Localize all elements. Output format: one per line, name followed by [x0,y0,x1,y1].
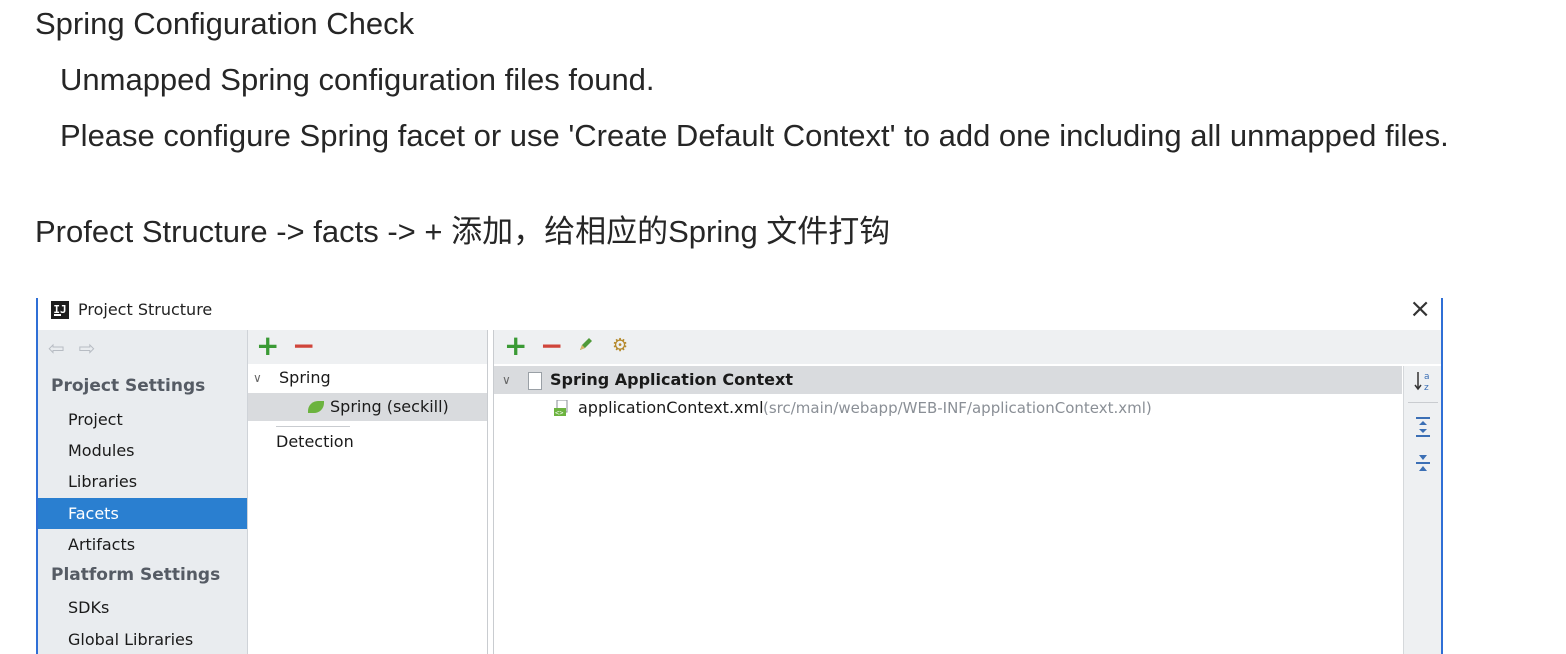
file-name: applicationContext.xml [578,398,764,417]
detection-item[interactable]: Detection [248,428,487,456]
forward-arrow-icon[interactable]: ⇨ [79,336,110,360]
expand-all-icon[interactable] [1413,416,1433,437]
remove-facet-button[interactable]: − [292,332,315,360]
context-toolbar: + − ⚙ [494,330,1441,364]
context-row[interactable]: ∨ Spring Application Context [494,366,1402,394]
add-context-button[interactable]: + [504,332,527,360]
sidebar-item-project[interactable]: Project [38,404,247,435]
xml-file-icon: <> [554,400,568,416]
toolbar-divider [1408,402,1438,403]
svg-text:z: z [1424,383,1429,392]
remove-context-button[interactable]: − [540,332,563,360]
sidebar-item-modules[interactable]: Modules [38,435,247,466]
tree-node-seckill-content: Spring (seckill) [308,393,449,421]
close-button[interactable]: × [1409,298,1431,322]
instruction-text: Profect Structure -> facts -> + 添加，给相应的S… [35,214,891,249]
back-arrow-icon[interactable]: ⇦ [48,336,79,360]
sidebar-item-artifacts[interactable]: Artifacts [38,529,247,560]
collapse-all-icon[interactable] [1413,452,1433,472]
platform-settings-header: Platform Settings [51,565,221,585]
sort-alpha-icon[interactable]: az [1413,370,1433,393]
context-name: Spring Application Context [550,370,793,389]
spring-leaf-icon [308,401,324,413]
tree-node-spring[interactable]: ∨ Spring [248,364,487,392]
detection-label: Detection [276,432,354,451]
svg-text:<>: <> [555,409,563,416]
tree-node-spring-seckill[interactable]: Spring (seckill) [248,393,487,421]
title-bar: IJ Project Structure × [38,298,1441,330]
chevron-down-icon[interactable]: ∨ [253,364,262,392]
settings-sidebar: ⇦⇨ Project Settings Project Modules Libr… [38,330,248,654]
side-toolbar: az [1403,366,1441,654]
pencil-icon[interactable] [578,336,594,352]
check-heading: Spring Configuration Check [35,6,415,41]
spring-context-panel: + − ⚙ ∨ Spring Application Context <> ap… [493,330,1441,654]
dialog-title: Project Structure [78,300,213,319]
chevron-down-icon[interactable]: ∨ [502,366,511,394]
file-path: (src/main/webapp/WEB-INF/applicationCont… [763,399,1152,417]
tree-node-seckill-label: Spring (seckill) [330,397,449,416]
intellij-app-icon: IJ [51,301,69,319]
add-facet-button[interactable]: + [256,332,279,360]
document-icon [528,372,542,390]
nav-arrows: ⇦⇨ [48,336,110,360]
facets-panel: + − ∨ Spring Spring (seckill) Detection [248,330,488,654]
svg-text:a: a [1424,372,1430,382]
sidebar-item-facets[interactable]: Facets [38,498,247,529]
project-structure-dialog: IJ Project Structure × ⇦⇨ Project Settin… [36,298,1443,654]
project-settings-header: Project Settings [51,376,206,396]
sidebar-item-sdks[interactable]: SDKs [38,592,247,623]
check-message-line1: Unmapped Spring configuration files foun… [60,62,655,97]
wrench-icon[interactable]: ⚙ [612,335,628,356]
check-message-line2: Please configure Spring facet or use 'Cr… [60,118,1449,153]
file-row[interactable]: <> applicationContext.xml (src/main/weba… [494,394,1402,422]
sidebar-item-global-libraries[interactable]: Global Libraries [38,624,247,654]
tree-node-spring-label: Spring [279,368,331,387]
divider [276,426,350,427]
sidebar-item-libraries[interactable]: Libraries [38,466,247,497]
facets-toolbar: + − [248,330,487,364]
